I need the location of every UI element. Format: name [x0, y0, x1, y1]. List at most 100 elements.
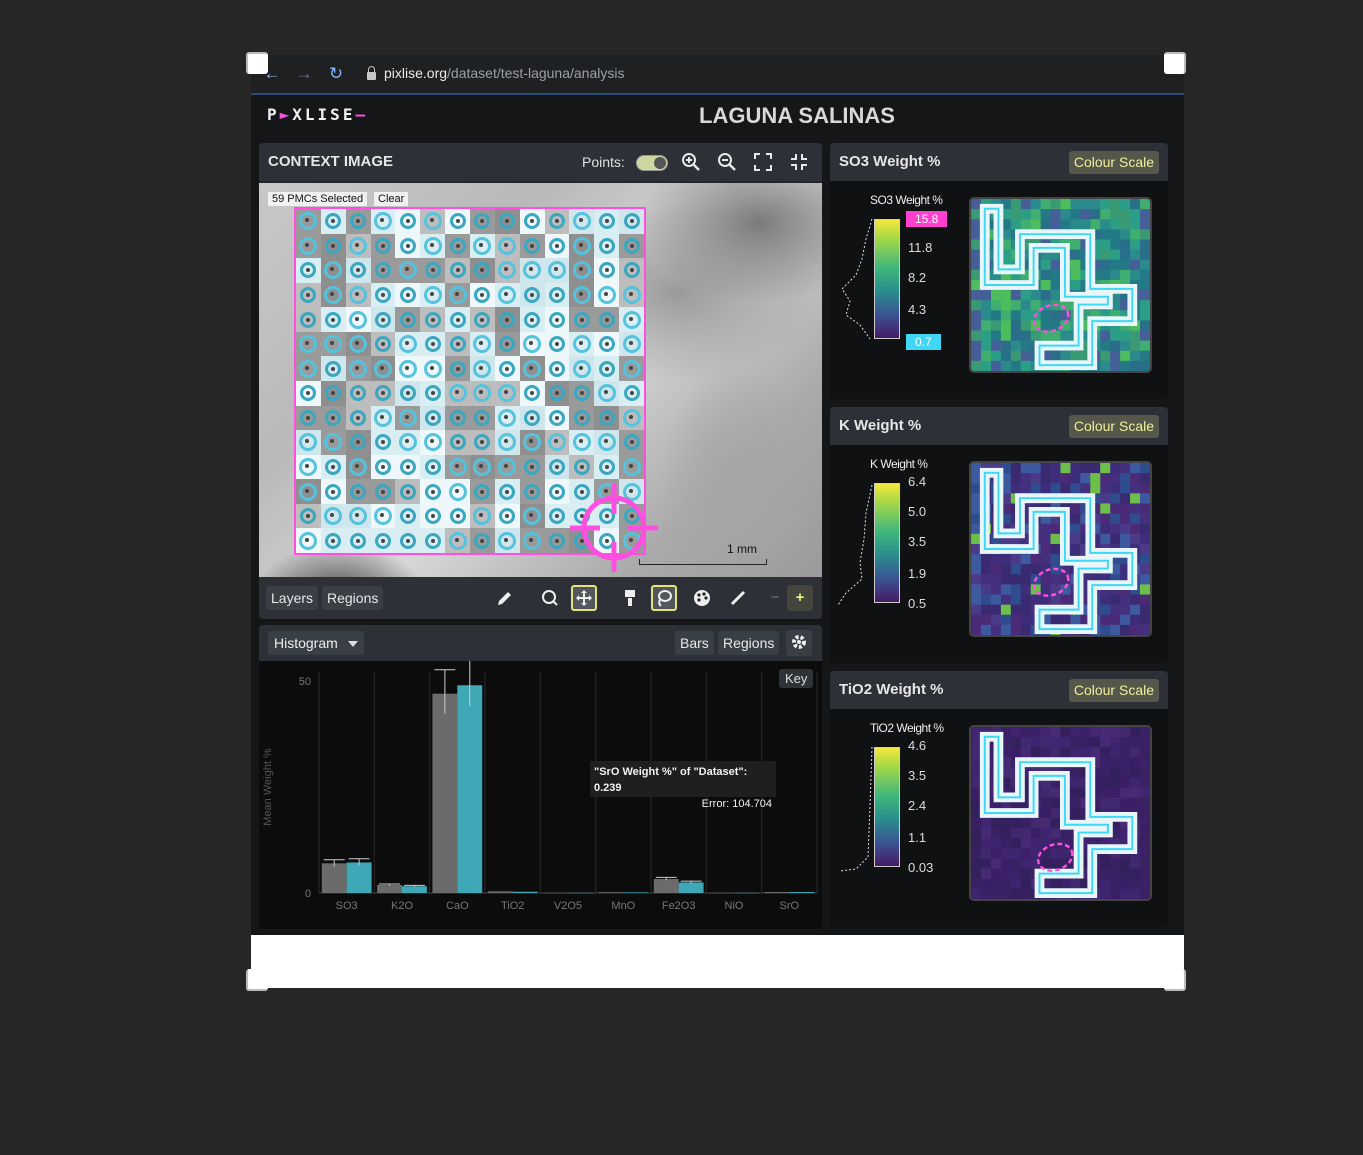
pmc-cell[interactable] — [619, 380, 644, 406]
pmc-cell[interactable] — [420, 282, 446, 308]
pmc-cell[interactable] — [370, 503, 396, 529]
pmc-cell[interactable] — [420, 430, 446, 455]
arrow-right-icon[interactable]: → — [295, 64, 313, 84]
pmc-cell[interactable] — [345, 282, 371, 308]
histogram-regions-button[interactable]: Regions — [718, 631, 780, 655]
pmc-cell[interactable] — [470, 380, 495, 406]
pmc-cell[interactable] — [544, 282, 570, 308]
pmc-cell[interactable] — [619, 430, 644, 455]
pmc-cell[interactable] — [420, 331, 446, 357]
pmc-cell[interactable] — [445, 479, 470, 504]
pmc-cell[interactable] — [445, 331, 470, 357]
pmc-cell[interactable] — [445, 282, 470, 308]
pmc-cell[interactable] — [619, 454, 644, 480]
pmc-cell[interactable] — [619, 405, 644, 431]
pmc-cell[interactable] — [395, 479, 421, 504]
pmc-cell[interactable] — [569, 380, 595, 406]
pmc-cell[interactable] — [345, 258, 371, 283]
pmc-cell[interactable] — [494, 528, 520, 553]
palette-icon[interactable] — [689, 585, 715, 611]
pmc-cell[interactable] — [296, 430, 321, 455]
pmc-cell[interactable] — [345, 331, 371, 357]
pmc-cell[interactable] — [519, 528, 545, 553]
scale-max-value[interactable]: 15.8 — [906, 211, 948, 227]
pmc-cell[interactable] — [445, 356, 470, 381]
pmc-cell[interactable] — [470, 331, 495, 357]
pmc-cell[interactable] — [445, 209, 470, 234]
pmc-cell[interactable] — [320, 503, 346, 529]
pmc-cell[interactable] — [494, 258, 520, 283]
pmc-cell[interactable] — [519, 405, 545, 431]
pmc-cell[interactable] — [494, 454, 520, 480]
pmc-cell[interactable] — [296, 307, 321, 332]
pmc-cell[interactable] — [420, 454, 446, 480]
pmc-cell[interactable] — [420, 503, 446, 529]
pmc-cell[interactable] — [370, 356, 396, 381]
pmc-cell[interactable] — [395, 258, 421, 283]
so3-element-map[interactable] — [969, 197, 1152, 373]
pmc-cell[interactable] — [395, 528, 421, 553]
pmc-cell[interactable] — [494, 331, 520, 357]
pmc-cell[interactable] — [420, 380, 446, 406]
pmc-cell[interactable] — [544, 331, 570, 357]
pmc-cell[interactable] — [494, 503, 520, 529]
pmc-cell[interactable] — [494, 380, 520, 406]
tio2-element-map[interactable] — [969, 725, 1152, 901]
pmc-cell[interactable] — [370, 528, 396, 553]
pmc-cell[interactable] — [569, 454, 595, 480]
pmc-cell[interactable] — [544, 430, 570, 455]
lasso-search-icon[interactable] — [537, 585, 563, 611]
pmc-cell[interactable] — [594, 233, 620, 259]
pmc-cell[interactable] — [519, 430, 545, 455]
reload-icon[interactable]: ↻ — [327, 64, 345, 84]
pmc-cell[interactable] — [544, 380, 570, 406]
pmc-cell[interactable] — [320, 307, 346, 332]
pmc-cell[interactable] — [470, 479, 495, 504]
pmc-cell[interactable] — [296, 233, 321, 259]
pmc-cell[interactable] — [494, 479, 520, 504]
pmc-cell[interactable] — [320, 258, 346, 283]
pencil-icon[interactable] — [492, 585, 518, 611]
gear-icon[interactable] — [786, 630, 812, 656]
pmc-cell[interactable] — [296, 356, 321, 381]
pmc-cell[interactable] — [296, 380, 321, 406]
pmc-cell[interactable] — [345, 380, 371, 406]
pmc-cell[interactable] — [470, 356, 495, 381]
pmc-cell[interactable] — [296, 503, 321, 529]
layers-button[interactable]: Layers — [266, 586, 319, 610]
pmc-cell[interactable] — [594, 209, 620, 234]
pmc-cell[interactable] — [370, 380, 396, 406]
pmc-cell[interactable] — [470, 454, 495, 480]
colour-scale-button[interactable]: Colour Scale — [1068, 151, 1159, 174]
colour-scale-button[interactable]: Colour Scale — [1068, 415, 1159, 438]
pmc-cell[interactable] — [370, 430, 396, 455]
pmc-cell[interactable] — [445, 430, 470, 455]
minus-icon[interactable]: − — [762, 585, 788, 611]
pmc-cell[interactable] — [345, 233, 371, 259]
pmc-cell[interactable] — [494, 430, 520, 455]
scale-min-value[interactable]: 0.7 — [906, 334, 941, 350]
pmc-cell[interactable] — [569, 233, 595, 259]
pmc-cell[interactable] — [296, 454, 321, 480]
brush-icon[interactable] — [617, 585, 643, 611]
pmc-cell[interactable] — [370, 209, 396, 234]
pmc-cell[interactable] — [345, 405, 371, 431]
pmc-cell[interactable] — [445, 233, 470, 259]
pmc-cell[interactable] — [594, 282, 620, 308]
pmc-cell[interactable] — [345, 528, 371, 553]
pmc-cell[interactable] — [470, 405, 495, 431]
colour-scale-bar[interactable] — [874, 219, 900, 339]
pmc-cell[interactable] — [345, 430, 371, 455]
pmc-cell[interactable] — [519, 209, 545, 234]
pmc-cell[interactable] — [296, 528, 321, 553]
pmc-cell[interactable] — [370, 282, 396, 308]
fullscreen-icon[interactable] — [750, 149, 776, 175]
pmc-cell[interactable] — [445, 380, 470, 406]
pmc-cell[interactable] — [395, 380, 421, 406]
pmc-cell[interactable] — [569, 282, 595, 308]
pmc-cell[interactable] — [494, 209, 520, 234]
pmc-cell[interactable] — [320, 528, 346, 553]
pmc-cell[interactable] — [594, 430, 620, 455]
pmc-cell[interactable] — [470, 430, 495, 455]
line-tool-icon[interactable] — [725, 585, 751, 611]
